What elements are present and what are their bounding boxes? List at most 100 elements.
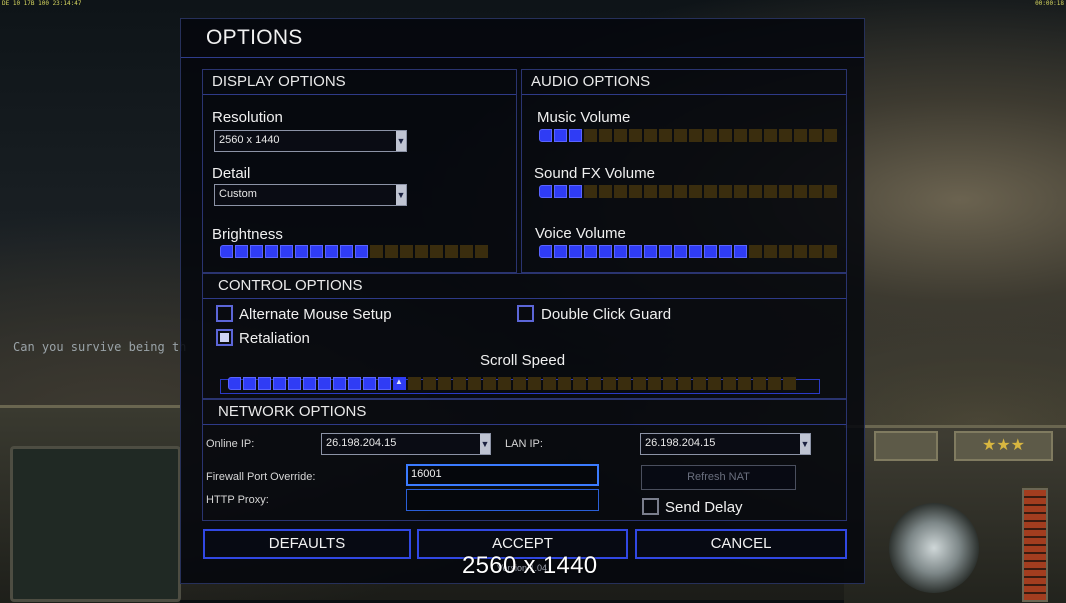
slider-segment xyxy=(363,377,376,390)
online-ip-label: Online IP: xyxy=(206,438,255,450)
slider-segment xyxy=(554,245,567,258)
slider-segment xyxy=(704,185,717,198)
slider-segment xyxy=(415,245,428,258)
slider-segment xyxy=(779,185,792,198)
slider-segment xyxy=(280,245,293,258)
slider-segment xyxy=(445,245,458,258)
slider-segment xyxy=(584,129,597,142)
slider-segment xyxy=(528,377,541,390)
slider-segment xyxy=(674,185,687,198)
detail-dropdown[interactable]: Custom ▼ xyxy=(214,184,407,206)
send-delay-checkbox[interactable] xyxy=(642,498,659,515)
slider-segment xyxy=(633,377,646,390)
slider-segment xyxy=(400,245,413,258)
slider-segment xyxy=(719,185,732,198)
slider-segment xyxy=(794,185,807,198)
brightness-label: Brightness xyxy=(212,226,283,243)
slider-segment xyxy=(719,245,732,258)
chevron-down-icon[interactable]: ▼ xyxy=(800,434,810,454)
detail-label: Detail xyxy=(212,165,251,182)
chat-message: Can you survive being th xyxy=(13,340,187,354)
send-delay-label: Send Delay xyxy=(665,499,743,516)
slider-segment xyxy=(588,377,601,390)
slider-segment xyxy=(273,377,286,390)
slider-segment xyxy=(704,129,717,142)
cancel-button[interactable]: CANCEL xyxy=(635,529,847,559)
slider-segment xyxy=(355,245,368,258)
slider-segment xyxy=(265,245,278,258)
sound-fx-volume-slider[interactable] xyxy=(539,185,837,198)
display-options-header: DISPLAY OPTIONS xyxy=(203,70,516,95)
refresh-nat-button[interactable]: Refresh NAT xyxy=(641,465,796,490)
game-timer: 00:00:18 xyxy=(1035,0,1064,7)
slider-segment xyxy=(674,245,687,258)
scroll-speed-label: Scroll Speed xyxy=(480,352,566,369)
slider-segment xyxy=(764,129,777,142)
options-title: OPTIONS xyxy=(206,26,303,49)
online-ip-dropdown[interactable]: 26.198.204.15 ▼ xyxy=(321,433,491,455)
slider-segment xyxy=(453,377,466,390)
slider-segment xyxy=(220,245,233,258)
scroll-speed-slider[interactable] xyxy=(228,377,796,390)
resolution-dropdown[interactable]: 2560 x 1440 ▼ xyxy=(214,130,407,152)
lan-ip-dropdown[interactable]: 26.198.204.15 ▼ xyxy=(640,433,811,455)
slider-segment xyxy=(554,185,567,198)
slider-segment xyxy=(539,185,552,198)
slider-segment xyxy=(408,377,421,390)
slider-segment xyxy=(438,377,451,390)
slider-segment xyxy=(498,377,511,390)
audio-options-header: AUDIO OPTIONS xyxy=(522,70,846,95)
slider-segment xyxy=(599,245,612,258)
voice-volume-label: Voice Volume xyxy=(535,225,626,242)
slider-segment xyxy=(378,377,391,390)
slider-segment xyxy=(235,245,248,258)
slider-segment xyxy=(430,245,443,258)
slider-segment xyxy=(614,129,627,142)
slider-segment xyxy=(340,245,353,258)
hud-dial xyxy=(889,503,979,593)
music-volume-slider[interactable] xyxy=(539,129,837,142)
slider-segment xyxy=(723,377,736,390)
slider-segment xyxy=(228,377,241,390)
firewall-port-input[interactable]: 16001 xyxy=(406,464,599,486)
chevron-down-icon[interactable]: ▼ xyxy=(396,131,406,151)
slider-segment xyxy=(783,377,796,390)
slider-segment xyxy=(603,377,616,390)
slider-segment xyxy=(629,185,642,198)
chevron-down-icon[interactable]: ▼ xyxy=(480,434,490,454)
slider-segment xyxy=(708,377,721,390)
slider-segment xyxy=(764,185,777,198)
control-options-panel: CONTROL OPTIONS Alternate Mouse Setup Do… xyxy=(202,273,847,399)
slider-segment xyxy=(348,377,361,390)
slider-segment xyxy=(513,377,526,390)
slider-segment xyxy=(824,185,837,198)
retaliation-checkbox[interactable] xyxy=(216,329,233,346)
firewall-port-label: Firewall Port Override: xyxy=(206,471,316,483)
network-options-header: NETWORK OPTIONS xyxy=(203,400,846,425)
slider-segment xyxy=(295,245,308,258)
resolution-value: 2560 x 1440 xyxy=(219,134,280,146)
defaults-button[interactable]: DEFAULTS xyxy=(203,529,411,559)
slider-segment xyxy=(303,377,316,390)
hud-arrow-button[interactable] xyxy=(874,431,938,461)
double-click-guard-checkbox[interactable] xyxy=(517,305,534,322)
slider-segment xyxy=(423,377,436,390)
http-proxy-label: HTTP Proxy: xyxy=(206,494,269,506)
slider-segment xyxy=(393,377,406,390)
general-promotion-button[interactable]: ★★★ xyxy=(954,431,1053,461)
slider-segment xyxy=(629,129,642,142)
slider-segment xyxy=(704,245,717,258)
hud-left-panel xyxy=(0,405,181,603)
slider-segment xyxy=(768,377,781,390)
http-proxy-input[interactable] xyxy=(406,489,599,511)
options-title-bar: OPTIONS xyxy=(181,19,864,58)
retaliation-label: Retaliation xyxy=(239,330,310,347)
chevron-down-icon[interactable]: ▼ xyxy=(396,185,406,205)
slider-segment xyxy=(749,185,762,198)
brightness-slider[interactable] xyxy=(220,245,488,258)
voice-volume-slider[interactable] xyxy=(539,245,837,258)
slider-segment xyxy=(325,245,338,258)
alternate-mouse-checkbox[interactable] xyxy=(216,305,233,322)
slider-segment xyxy=(693,377,706,390)
detail-value: Custom xyxy=(219,188,257,200)
